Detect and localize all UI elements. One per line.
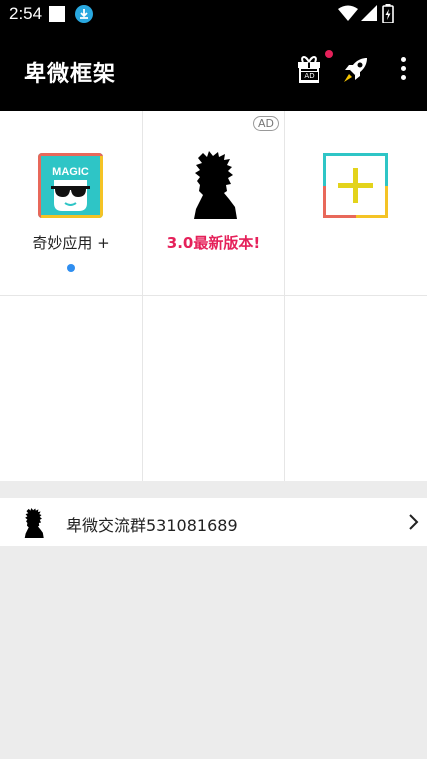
app-bar: 卑微框架 AD <box>0 28 427 111</box>
chevron-right-icon <box>409 514 419 530</box>
gift-ad-label: AD <box>300 71 319 81</box>
battery-icon <box>382 4 394 23</box>
new-indicator-dot <box>67 264 75 272</box>
app-grid: MAGIC 奇妙应用 + AD 3.0最新版本! <box>0 111 427 481</box>
grid-cell-add[interactable] <box>285 111 427 296</box>
grid-cell-magic-app[interactable]: MAGIC 奇妙应用 + <box>0 111 143 296</box>
ad-badge: AD <box>253 116 279 131</box>
wifi-icon <box>338 5 358 21</box>
add-plus-icon <box>323 153 388 218</box>
grid-cell-label: 3.0最新版本! <box>166 234 261 252</box>
grid-cell-label: 奇妙应用 + <box>32 234 110 252</box>
signal-icon <box>361 5 377 21</box>
more-options-icon[interactable] <box>395 54 411 86</box>
status-time: 2:54 <box>9 4 43 23</box>
grid-cell-empty <box>285 296 427 481</box>
group-avatar-icon <box>24 508 44 538</box>
group-row[interactable]: 卑微交流群531081689 <box>0 498 427 546</box>
notification-square-icon <box>49 6 65 22</box>
rocket-icon[interactable] <box>341 55 371 85</box>
svg-text:MAGIC: MAGIC <box>52 166 89 178</box>
grid-cell-empty <box>143 296 285 481</box>
app-title: 卑微框架 <box>24 62 117 87</box>
notification-dot <box>325 50 333 58</box>
grid-cell-empty <box>0 296 143 481</box>
silhouette-icon <box>194 151 237 219</box>
status-bar: 2:54 <box>0 0 427 28</box>
group-label: 卑微交流群531081689 <box>66 516 238 535</box>
grid-cell-ad-version[interactable]: AD 3.0最新版本! <box>143 111 285 296</box>
magic-glasses-icon: MAGIC <box>38 153 103 218</box>
download-icon <box>75 5 93 23</box>
